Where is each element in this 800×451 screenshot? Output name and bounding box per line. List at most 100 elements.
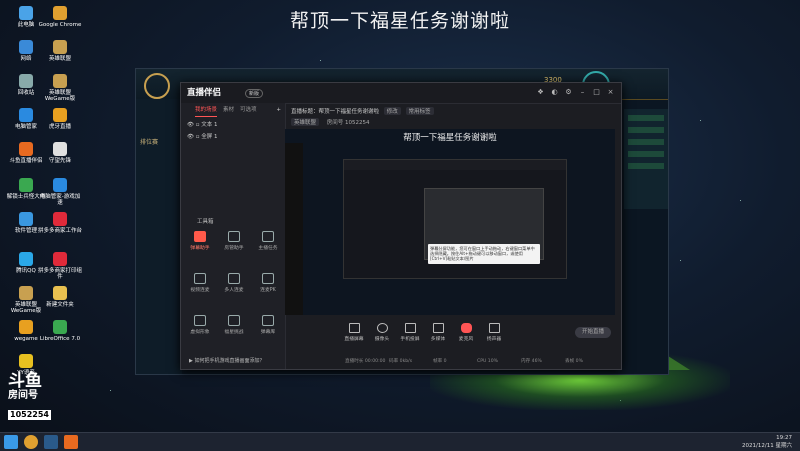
- desktop-icon-label: 虎牙直播: [48, 124, 71, 130]
- app-icon: [53, 178, 67, 192]
- toolbox-title: 工具箱: [197, 219, 214, 225]
- close-icon[interactable]: ×: [607, 89, 614, 96]
- status-item: 直播时长 00:00:00: [345, 359, 386, 364]
- tool-button[interactable]: 多人连麦: [217, 273, 251, 293]
- tool-button[interactable]: 虚拟形象: [183, 315, 217, 335]
- tab-materials[interactable]: 素材: [223, 103, 234, 117]
- room-title: 帮顶一下福星任务谢谢啦: [318, 109, 380, 115]
- app-icon: [53, 74, 67, 88]
- desktop-icon-label: 拼多多商家工作台: [38, 228, 83, 234]
- gift-icon[interactable]: ❖: [537, 89, 544, 96]
- tool-icon: [228, 231, 240, 242]
- taskbar: 19:27 2021/12/11 星期六: [0, 432, 800, 451]
- speaker-button[interactable]: 扬声器: [479, 323, 509, 342]
- desktop-icon[interactable]: 拼多多商家工作台: [38, 212, 82, 234]
- game-logo-icon: [144, 73, 170, 99]
- tool-label: 视频连麦: [190, 288, 210, 293]
- tool-label: 弹幕助手: [190, 246, 210, 251]
- tool-button[interactable]: 视频连麦: [183, 273, 217, 293]
- add-source-icon[interactable]: +: [276, 103, 285, 117]
- media-button[interactable]: 多媒体: [423, 323, 453, 342]
- status-item: 内存 46%: [521, 359, 542, 364]
- desktop-icon[interactable]: Google Chrome: [38, 6, 82, 28]
- help-notice[interactable]: ▶ 如何把手机游戏直播画面添加？: [189, 357, 264, 364]
- desktop-icon-label: 守望先锋: [48, 158, 71, 164]
- scene-item[interactable]: 👁 ▫ 文本 1: [181, 117, 285, 129]
- desktop-icon[interactable]: 新建文件夹: [38, 286, 82, 308]
- app-logo: 直播伴侣: [187, 88, 222, 98]
- app-icon: [53, 252, 67, 266]
- status-item: 码率 0kb/s: [389, 359, 413, 364]
- tool-button[interactable]: 弹幕助手: [183, 231, 217, 251]
- settings-icon[interactable]: ⚙: [565, 89, 572, 96]
- stream-title-banner: 帮顶一下福星任务谢谢啦: [289, 10, 510, 32]
- microphone-button[interactable]: 麦克风: [451, 323, 481, 342]
- room-title-row: 直播标题：帮顶一下福星任务谢谢啦 修改 常用标签: [291, 107, 434, 115]
- phone-cast-button[interactable]: 手机投屏: [395, 323, 425, 342]
- tool-button[interactable]: 房管助手: [217, 231, 251, 251]
- screen-capture-button[interactable]: 直播屏幕: [339, 323, 369, 342]
- live-companion-window[interactable]: 直播伴侣 新版 ❖ ◐ ⚙ – □ × 我的场景 素材 可选项 + 👁 ▫ 文本…: [180, 82, 622, 370]
- room-info-row: 英雄联盟 房间号 1052254: [291, 118, 370, 126]
- start-button-icon[interactable]: [4, 435, 18, 449]
- desktop-icon[interactable]: 拼多多商家打印组件: [38, 252, 82, 280]
- room-id: 1052254: [345, 120, 370, 126]
- toolbox: 工具箱 弹幕助手 房管助手 主播任务视频连麦 多人连麦 连麦PK 虚拟形象 福星挑战 弹幕库: [181, 217, 285, 335]
- tab-options[interactable]: 可选项: [240, 103, 257, 117]
- tool-button[interactable]: 福星挑战: [217, 315, 251, 335]
- tool-label: 福星挑战: [224, 330, 244, 335]
- tool-button[interactable]: 连麦PK: [251, 273, 285, 293]
- desktop-icon[interactable]: 英雄联盟: [38, 40, 82, 62]
- tool-label: 弹幕库: [260, 330, 276, 335]
- scene-tabs: 我的场景 素材 可选项 +: [181, 103, 285, 117]
- app-icon: [19, 252, 33, 266]
- desktop-icon[interactable]: 电脑管家-游戏加速: [38, 178, 82, 206]
- douyu-taskbar-icon[interactable]: [64, 435, 78, 449]
- tab-scenes[interactable]: 我的场景: [195, 103, 218, 117]
- desktop-icon[interactable]: 英雄联盟 WeGame版: [38, 74, 82, 102]
- tool-button[interactable]: 弹幕库: [251, 315, 285, 335]
- tool-icon: [194, 273, 206, 284]
- desktop-icon-label: 拼多多商家打印组件: [38, 268, 83, 280]
- app-icon: [19, 212, 33, 226]
- skin-icon[interactable]: ◐: [551, 89, 558, 96]
- system-clock[interactable]: 19:27 2021/12/11 星期六: [742, 434, 792, 450]
- maximize-icon[interactable]: □: [593, 89, 600, 96]
- app-icon: [53, 108, 67, 122]
- bottom-toolbar: 直播屏幕 摄像头 手机投屏 多媒体 麦克风 扬声器 开始直播: [285, 317, 621, 349]
- clock-date: 2021/12/11 星期六: [742, 443, 792, 449]
- category-pill[interactable]: 英雄联盟: [291, 118, 320, 126]
- stream-preview[interactable]: 帮顶一下福星任务谢谢啦 弹幕分屏功能，您可在窗口上手动拖动，右键窗口菜单中选择隐…: [285, 129, 615, 315]
- preview-title: 帮顶一下福星任务谢谢啦: [403, 133, 497, 143]
- status-item: 帧率 0: [433, 359, 447, 364]
- desktop-icon-label: 电脑管家-游戏加速: [39, 194, 81, 206]
- app-icon: [53, 212, 67, 226]
- tool-icon: [262, 315, 274, 326]
- desktop-icon[interactable]: LibreOffice 7.0: [38, 320, 82, 342]
- status-item: CPU 10%: [477, 359, 499, 364]
- tool-label: 虚拟形象: [190, 330, 210, 335]
- edit-title-button[interactable]: 修改: [383, 107, 401, 115]
- minimize-icon[interactable]: –: [579, 89, 586, 96]
- scene-item[interactable]: 👁 ▫ 全屏 1: [181, 129, 285, 141]
- chrome-taskbar-icon[interactable]: [24, 435, 38, 449]
- live-window-header: 直播伴侣 新版 ❖ ◐ ⚙ – □ ×: [181, 83, 621, 104]
- desktop-icon[interactable]: 虎牙直播: [38, 108, 82, 130]
- camera-button[interactable]: 摄像头: [367, 323, 397, 342]
- tool-label: 多人连麦: [224, 288, 244, 293]
- preview-desktop-strip: [285, 143, 303, 315]
- start-live-button[interactable]: 开始直播: [575, 327, 611, 338]
- app-icon: [53, 320, 67, 334]
- app-icon: [53, 40, 67, 54]
- clock-time: 19:27: [776, 435, 792, 441]
- preview-nested-screen: 弹幕分屏功能，您可在窗口上手动拖动，右键窗口菜单中选择隐藏。按住Alt+拖动键可…: [343, 159, 567, 279]
- app-icon: [53, 286, 67, 300]
- game-sidebar: 排位赛: [136, 99, 182, 374]
- tags-button[interactable]: 常用标签: [405, 107, 434, 115]
- douyu-room-number: 1052254: [8, 410, 51, 420]
- tool-button[interactable]: 主播任务: [251, 231, 285, 251]
- explorer-taskbar-icon[interactable]: [44, 435, 58, 449]
- tool-icon: [228, 273, 240, 284]
- douyu-watermark: 斗鱼 房间号 1052254: [8, 372, 56, 434]
- desktop-icon[interactable]: 守望先锋: [38, 142, 82, 164]
